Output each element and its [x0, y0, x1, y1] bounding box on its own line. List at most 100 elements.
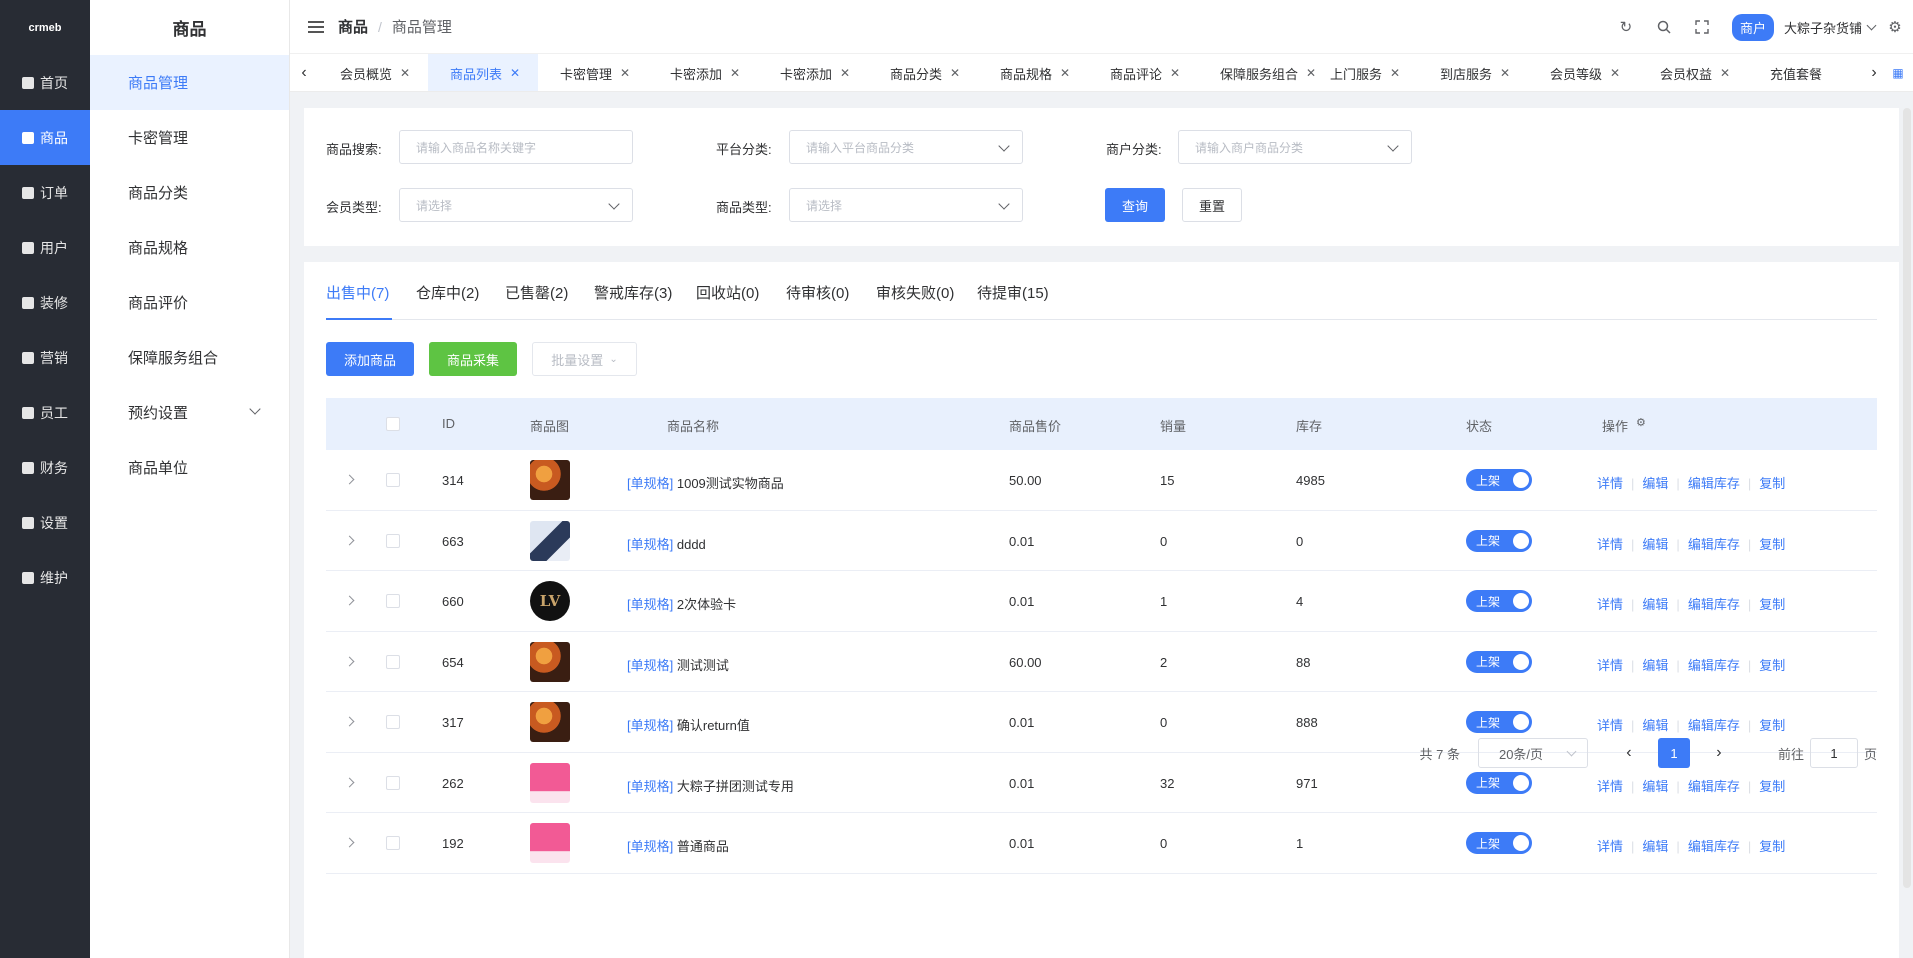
status-toggle[interactable]: 上架: [1466, 711, 1532, 733]
close-icon[interactable]: ✕: [620, 66, 630, 80]
edit-link[interactable]: 编辑: [1642, 779, 1668, 794]
edit-link[interactable]: 编辑: [1642, 476, 1668, 491]
tabs-left-arrow-icon[interactable]: ‹: [294, 54, 314, 91]
batch-settings-button[interactable]: 批量设置 ⌄: [532, 342, 637, 376]
status-tab-2[interactable]: 已售罄(2): [505, 282, 568, 303]
close-icon[interactable]: ✕: [1170, 66, 1180, 80]
add-product-button[interactable]: 添加商品: [326, 342, 414, 376]
close-icon[interactable]: ✕: [1060, 66, 1070, 80]
close-icon[interactable]: ✕: [730, 66, 740, 80]
copy-link[interactable]: 复制: [1759, 839, 1785, 854]
tabs-right-arrow-icon[interactable]: ›: [1864, 54, 1884, 91]
row-checkbox[interactable]: [386, 533, 400, 548]
tab-3[interactable]: 卡密添加 ✕: [648, 54, 758, 91]
product-type-select[interactable]: 请选择: [789, 188, 1023, 222]
edit-link[interactable]: 编辑: [1642, 718, 1668, 733]
copy-link[interactable]: 复制: [1759, 658, 1785, 673]
subnav-item-0[interactable]: 商品管理: [90, 55, 289, 110]
detail-link[interactable]: 详情: [1597, 476, 1623, 491]
status-tab-6[interactable]: 审核失败(0): [876, 282, 954, 303]
menu-toggle-icon[interactable]: [308, 20, 324, 33]
close-icon[interactable]: ✕: [1720, 66, 1730, 80]
gear-icon[interactable]: ⚙: [1636, 416, 1646, 429]
rail-item-7[interactable]: 财务: [0, 440, 90, 495]
subnav-item-1[interactable]: 卡密管理: [90, 110, 289, 165]
detail-link[interactable]: 详情: [1597, 718, 1623, 733]
rail-item-3[interactable]: 用户: [0, 220, 90, 275]
expand-row-icon[interactable]: [344, 656, 355, 666]
subnav-item-2[interactable]: 商品分类: [90, 165, 289, 220]
expand-row-icon[interactable]: [344, 716, 355, 727]
row-checkbox[interactable]: [386, 775, 400, 790]
rail-item-9[interactable]: 维护: [0, 550, 90, 605]
rail-item-6[interactable]: 员工: [0, 385, 90, 440]
status-toggle[interactable]: 上架: [1466, 771, 1532, 794]
copy-link[interactable]: 复制: [1759, 779, 1785, 794]
row-checkbox[interactable]: [386, 594, 400, 608]
subnav-item-4[interactable]: 商品评价: [90, 275, 289, 330]
detail-link[interactable]: 详情: [1597, 537, 1623, 552]
tab-12[interactable]: 会员权益 ✕: [1638, 54, 1748, 91]
edit-link[interactable]: 编辑: [1642, 597, 1668, 612]
rail-item-8[interactable]: 设置: [0, 495, 90, 550]
edit-link[interactable]: 编辑: [1642, 658, 1668, 673]
page-scrollbar[interactable]: [1903, 108, 1911, 888]
close-icon[interactable]: ✕: [1390, 66, 1400, 80]
status-tab-7[interactable]: 待提审(15): [977, 282, 1049, 303]
close-icon[interactable]: ✕: [840, 66, 850, 80]
breadcrumb-root[interactable]: 商品: [338, 16, 368, 37]
status-tab-1[interactable]: 仓库中(2): [416, 282, 479, 303]
detail-link[interactable]: 详情: [1597, 597, 1623, 612]
edit-stock-link[interactable]: 编辑库存: [1688, 839, 1740, 854]
copy-link[interactable]: 复制: [1759, 597, 1785, 612]
close-icon[interactable]: ✕: [400, 66, 410, 80]
detail-link[interactable]: 详情: [1597, 779, 1623, 794]
rail-item-0[interactable]: 首页: [0, 55, 90, 110]
member-type-select[interactable]: 请选择: [399, 188, 633, 222]
shop-name[interactable]: 大粽子杂货铺: [1784, 18, 1862, 37]
fullscreen-icon[interactable]: [1694, 19, 1710, 35]
edit-stock-link[interactable]: 编辑库存: [1688, 718, 1740, 733]
rail-item-5[interactable]: 营销: [0, 330, 90, 385]
expand-row-icon[interactable]: [344, 777, 355, 787]
platform-category-select[interactable]: 请输入平台商品分类: [789, 130, 1023, 164]
expand-row-icon[interactable]: [344, 535, 355, 545]
edit-stock-link[interactable]: 编辑库存: [1688, 476, 1740, 491]
tab-10[interactable]: 到店服务 ✕: [1418, 54, 1528, 91]
tab-5[interactable]: 商品分类 ✕: [868, 54, 978, 91]
status-toggle[interactable]: 上架: [1466, 590, 1532, 612]
row-checkbox[interactable]: [386, 654, 400, 669]
subnav-item-7[interactable]: 商品单位: [90, 440, 289, 495]
close-icon[interactable]: ✕: [510, 66, 520, 80]
page-size-select[interactable]: 20条/页: [1477, 738, 1588, 768]
tab-7[interactable]: 商品评论 ✕: [1088, 54, 1198, 91]
status-toggle[interactable]: 上架: [1466, 650, 1532, 673]
edit-link[interactable]: 编辑: [1642, 537, 1668, 552]
subnav-item-6[interactable]: 预约设置: [90, 385, 289, 440]
tab-1[interactable]: 商品列表 ✕: [428, 54, 538, 91]
reset-button[interactable]: 重置: [1182, 188, 1242, 222]
edit-stock-link[interactable]: 编辑库存: [1688, 779, 1740, 794]
detail-link[interactable]: 详情: [1597, 658, 1623, 673]
edit-stock-link[interactable]: 编辑库存: [1688, 658, 1740, 673]
status-tab-0[interactable]: 出售中(7): [326, 282, 389, 303]
close-icon[interactable]: ✕: [1610, 66, 1620, 80]
tab-6[interactable]: 商品规格 ✕: [978, 54, 1088, 91]
chevron-down-icon[interactable]: [1866, 20, 1877, 30]
row-checkbox[interactable]: [386, 715, 400, 729]
status-tab-3[interactable]: 警戒库存(3): [594, 282, 672, 303]
goto-page-input[interactable]: 1: [1809, 738, 1858, 768]
tab-2[interactable]: 卡密管理 ✕: [538, 54, 648, 91]
edit-stock-link[interactable]: 编辑库存: [1688, 537, 1740, 552]
status-toggle[interactable]: 上架: [1466, 529, 1532, 552]
copy-link[interactable]: 复制: [1759, 476, 1785, 491]
copy-link[interactable]: 复制: [1759, 718, 1785, 733]
rail-item-2[interactable]: 订单: [0, 165, 90, 220]
search-icon[interactable]: [1656, 19, 1672, 35]
rail-item-1[interactable]: 商品: [0, 110, 90, 165]
tab-9[interactable]: 上门服务 ✕: [1308, 54, 1418, 91]
status-tab-4[interactable]: 回收站(0): [696, 282, 759, 303]
status-toggle[interactable]: 上架: [1466, 469, 1532, 491]
tab-8[interactable]: 保障服务组合 ✕: [1198, 54, 1316, 91]
status-toggle[interactable]: 上架: [1466, 832, 1532, 854]
